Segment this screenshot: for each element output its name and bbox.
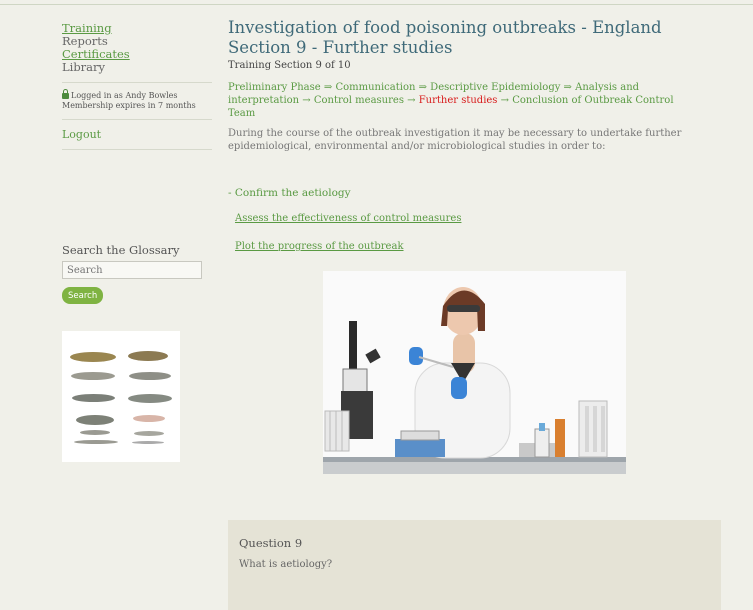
fish-image <box>134 431 164 436</box>
sidebar-divider <box>62 149 212 150</box>
arrow-icon: ⇒ <box>320 82 336 93</box>
breadcrumb-step[interactable]: Control measures <box>314 95 404 106</box>
top-divider <box>0 4 753 5</box>
fish-image <box>72 394 115 402</box>
fish-image <box>74 440 118 444</box>
sidebar-divider <box>62 119 212 120</box>
link-plot-progress[interactable]: Plot the progress of the outbreak <box>235 241 404 252</box>
fish-image <box>128 394 172 403</box>
bullet-confirm-aetiology: - Confirm the aetiology <box>228 187 351 199</box>
breadcrumb-step[interactable]: Descriptive Epidemiology <box>430 82 560 93</box>
glossary-search-title: Search the Glossary <box>62 243 180 257</box>
fish-image <box>129 372 171 380</box>
breadcrumb: Preliminary Phase ⇒ Communication ⇒ Desc… <box>228 81 703 120</box>
sidebar-divider <box>62 82 212 83</box>
link-assess-control-measures[interactable]: Assess the effectiveness of control meas… <box>235 213 461 224</box>
login-prefix: Logged in as <box>71 91 126 100</box>
glossary-search-input[interactable] <box>62 261 202 279</box>
sidebar-nav: Training Reports Certificates Library <box>62 22 212 74</box>
arrow-icon: → <box>497 95 513 106</box>
glossary-search-button[interactable]: Search <box>62 287 103 304</box>
sidebar: Training Reports Certificates Library Lo… <box>62 22 212 158</box>
breadcrumb-step[interactable]: Communication <box>335 82 415 93</box>
arrow-icon: ⇒ <box>560 82 576 93</box>
main-content: Investigation of food poisoning outbreak… <box>228 18 728 610</box>
question-text: What is aetiology? <box>239 559 333 570</box>
fish-image <box>133 415 165 422</box>
breadcrumb-step[interactable]: Preliminary Phase <box>228 82 321 93</box>
login-status: Logged in as Andy Bowles Membership expi… <box>62 89 212 111</box>
arrow-icon: → <box>299 95 314 106</box>
question-panel: Question 9 What is aetiology? <box>228 520 721 610</box>
fish-image <box>80 430 110 435</box>
intro-paragraph: During the course of the outbreak invest… <box>228 128 682 152</box>
logout-link[interactable]: Logout <box>62 128 212 141</box>
fish-image <box>132 441 164 444</box>
membership-expiry: Membership expires in 7 months <box>62 101 196 110</box>
section-progress: Training Section 9 of 10 <box>228 60 351 71</box>
lab-scene-illustration <box>323 271 626 474</box>
fish-image <box>71 372 115 380</box>
question-title: Question 9 <box>239 536 303 550</box>
scientist-lab-photo <box>323 271 626 474</box>
login-user: Andy Bowles <box>125 91 178 100</box>
fish-image <box>76 415 114 425</box>
lock-icon <box>62 89 69 99</box>
breadcrumb-current-step: Further studies <box>418 95 498 106</box>
fish-image <box>128 351 168 361</box>
fish-illustration <box>62 331 180 462</box>
nav-library-link[interactable]: Library <box>62 61 212 74</box>
arrow-icon: ⇒ <box>415 82 431 93</box>
fish-image <box>70 352 116 362</box>
arrow-icon: → <box>403 95 419 106</box>
page-title: Investigation of food poisoning outbreak… <box>228 18 662 57</box>
